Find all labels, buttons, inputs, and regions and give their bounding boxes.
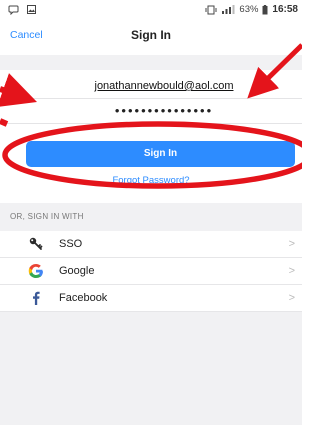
google-option[interactable]: Google >: [0, 258, 302, 285]
key-icon: [29, 237, 43, 250]
page-title: Sign In: [131, 28, 171, 42]
email-value: jonathannewbould@aol.com: [94, 80, 234, 92]
google-label: Google: [59, 265, 95, 277]
email-field[interactable]: jonathannewbould@aol.com: [0, 75, 302, 99]
google-icon: [28, 264, 43, 278]
facebook-label: Facebook: [59, 292, 108, 304]
sso-label: SSO: [59, 238, 83, 250]
facebook-option[interactable]: Facebook >: [0, 285, 302, 312]
sso-option[interactable]: SSO >: [0, 231, 302, 258]
chevron-right-icon: >: [288, 238, 295, 250]
chat-bubble-icon: [8, 5, 19, 15]
forgot-password-link[interactable]: Forgot Password?: [0, 175, 302, 186]
chevron-right-icon: >: [288, 265, 295, 277]
gallery-icon: [27, 5, 36, 14]
form-top-spacer: [0, 55, 302, 70]
chevron-right-icon: >: [288, 292, 295, 304]
status-bar: 63% 16:58: [0, 0, 302, 20]
clock-time: 16:58: [272, 4, 298, 15]
battery-icon: [262, 4, 268, 14]
signal-icon: [222, 4, 235, 14]
facebook-icon: [33, 291, 40, 305]
password-field[interactable]: •••••••••••••••: [0, 100, 302, 124]
alt-signin-heading: OR, SIGN IN WITH: [10, 212, 84, 221]
password-value: •••••••••••••••: [114, 103, 214, 118]
nav-bar: Cancel Sign In: [0, 20, 302, 50]
battery-percent: 63%: [239, 4, 259, 15]
vibrate-icon: [205, 5, 217, 14]
sign-in-button[interactable]: Sign In: [26, 141, 295, 167]
